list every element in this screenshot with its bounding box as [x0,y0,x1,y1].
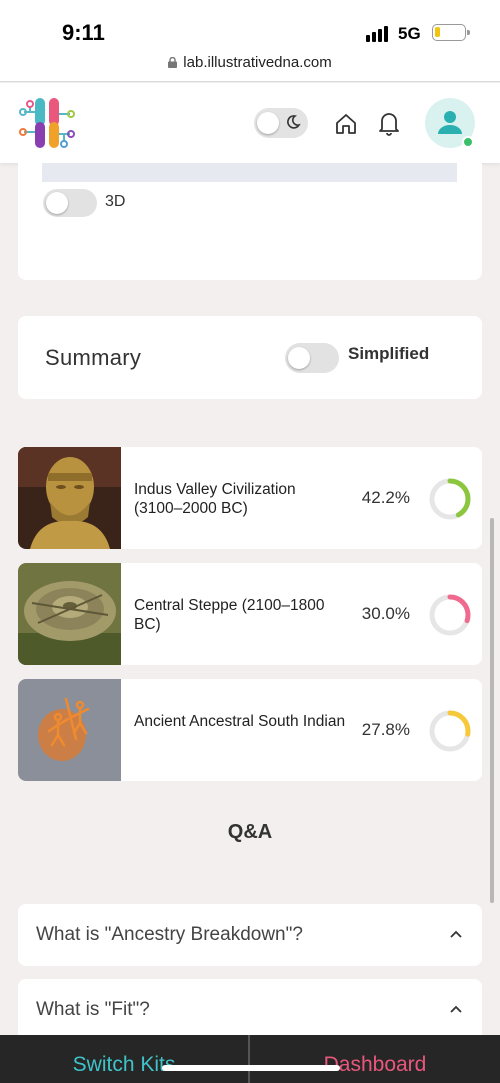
percent-ring [429,710,471,752]
bronze-bust-image [18,447,121,549]
map-area[interactable] [42,163,457,182]
simplified-label: Simplified [348,344,430,363]
network-label: 5G [398,24,421,43]
signal-icon [366,24,392,42]
status-time: 9:11 [62,20,105,45]
home-indicator [162,1065,340,1071]
home-icon[interactable] [334,112,358,136]
ancestry-row[interactable]: Central Steppe (2100–1800 BC) 30.0% [18,563,482,665]
switch-kits-button[interactable]: Switch Kits [0,1035,248,1083]
ancestry-percent: 42.2% [361,488,410,507]
moon-icon [287,115,301,129]
ancestry-row[interactable]: Indus Valley Civilization (3100–2000 BC)… [18,447,482,549]
logo[interactable] [16,92,78,154]
scrollbar[interactable] [490,518,494,903]
faq-item[interactable]: What is "Ancestry Breakdown"? [18,904,482,966]
dark-mode-toggle[interactable] [254,108,308,138]
chevron-up-icon[interactable] [450,1005,462,1013]
toggle-3d[interactable] [43,189,97,217]
chevron-up-icon[interactable] [450,930,462,938]
toggle-3d-label: 3D [105,193,126,210]
address-bar[interactable]: lab.illustrativedna.com [0,54,500,71]
battery-icon [432,24,470,41]
ancestry-row[interactable]: Ancient Ancestral South Indian 27.8% [18,679,482,781]
ancestry-percent: 27.8% [361,720,410,739]
simplified-toggle[interactable] [285,343,339,373]
qa-title: Q&A [227,821,273,843]
summary-title: Summary [45,345,142,370]
bell-icon[interactable] [377,110,401,136]
toggle-knob [288,347,310,369]
user-icon [438,111,462,134]
percent-ring [429,478,471,520]
ancestry-percent: 30.0% [361,604,410,623]
toggle-knob [257,112,279,134]
url-text: lab.illustrativedna.com [183,54,332,71]
ancestry-name: Central Steppe (2100–1800 BC) [134,597,325,633]
faq-question: What is "Fit"? [36,999,150,1020]
dashboard-button[interactable]: Dashboard [250,1035,500,1083]
toggle-knob [46,192,68,214]
faq-item[interactable]: What is "Fit"? [18,979,482,1041]
faq-question: What is "Ancestry Breakdown"? [36,924,303,945]
lock-icon [168,57,178,68]
bronze-disc-image [18,563,121,665]
ancestry-name: Ancient Ancestral South Indian [134,713,346,730]
rock-art-image [18,679,121,781]
ancestry-name: Indus Valley Civilization (3100–2000 BC) [134,481,296,517]
online-status-dot [462,136,474,148]
percent-ring [429,594,471,636]
